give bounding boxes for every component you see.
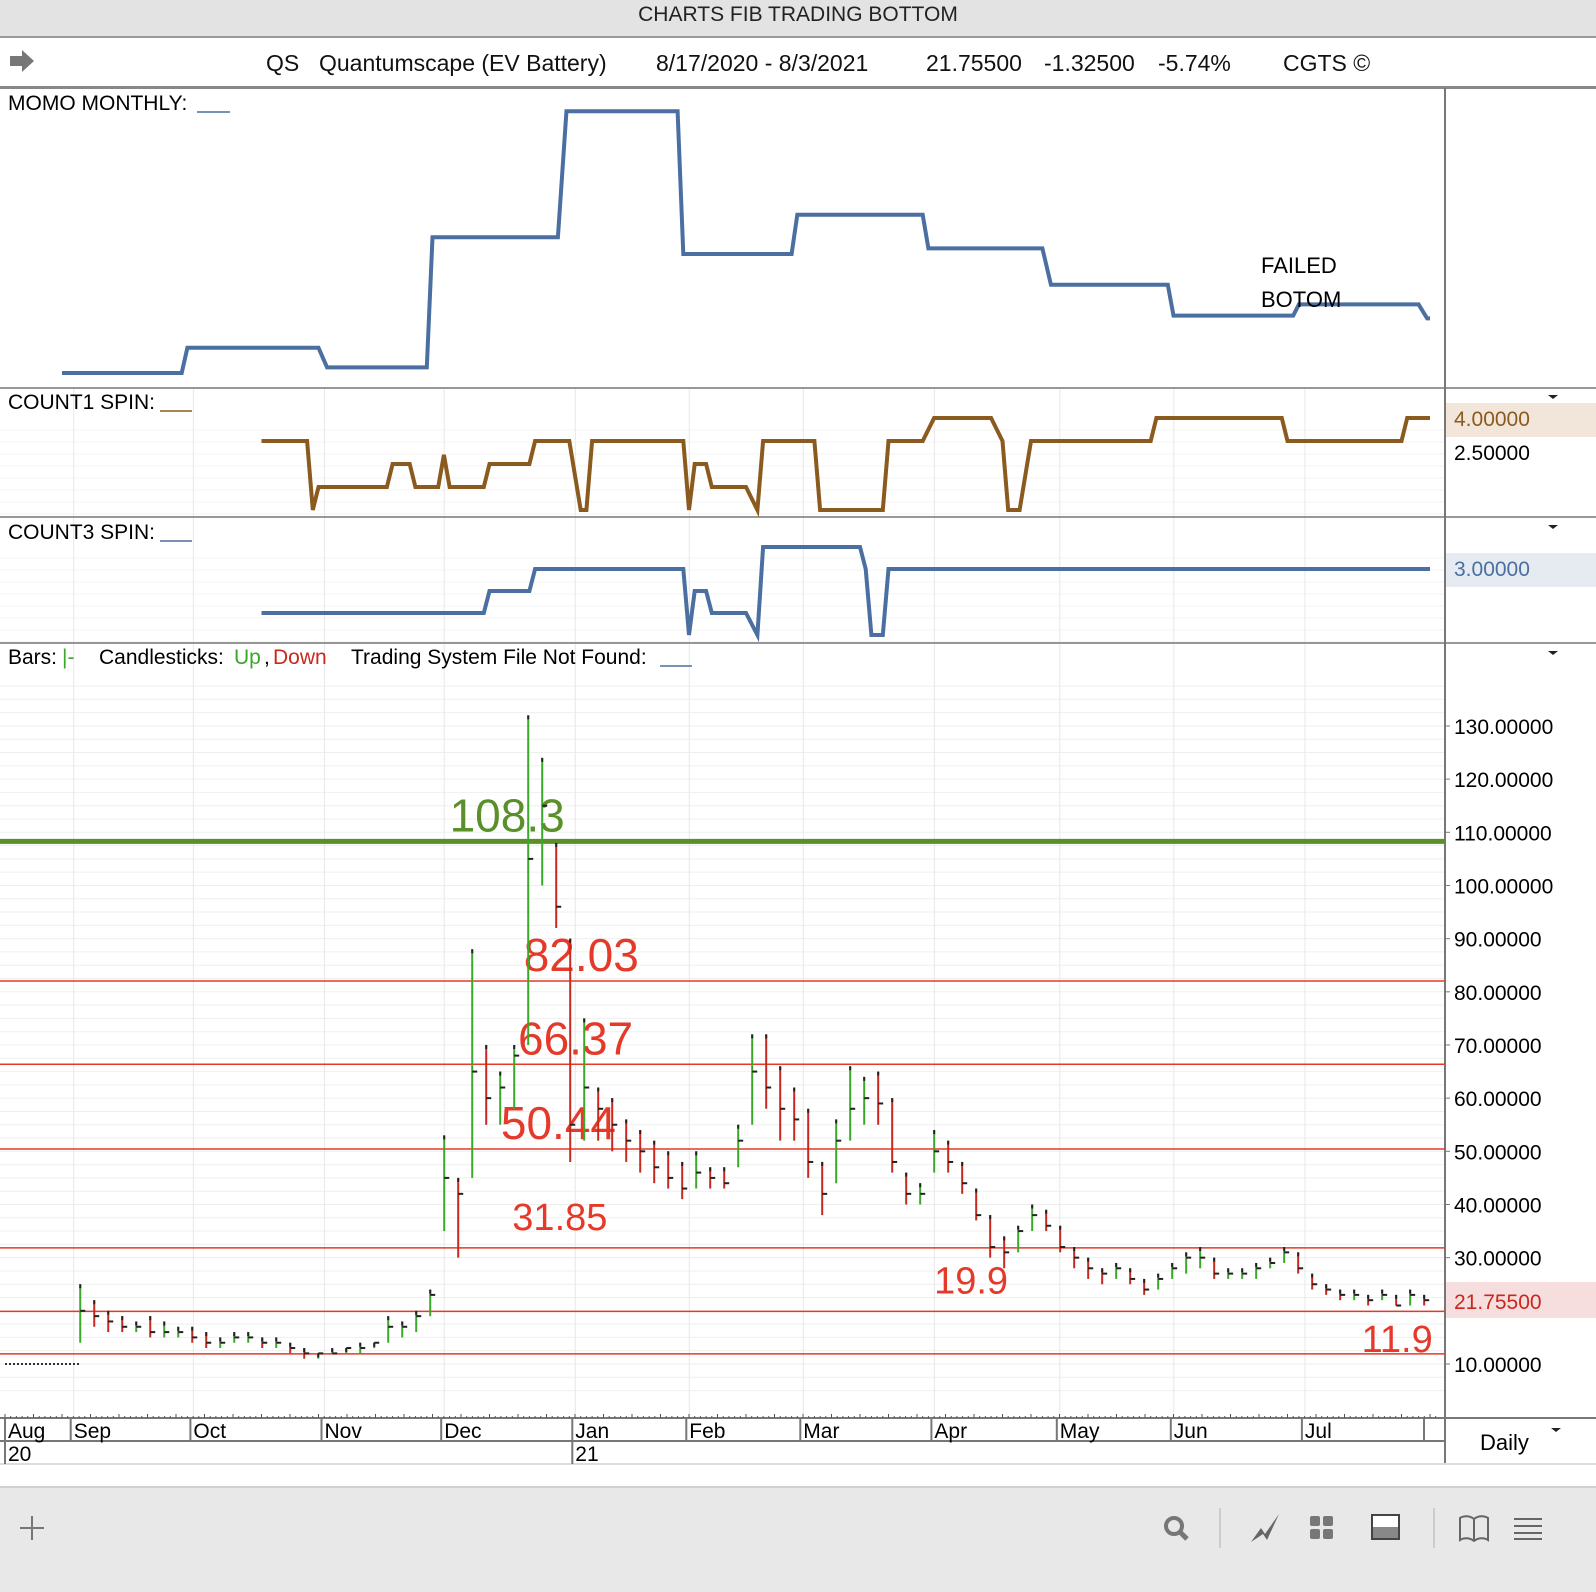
month-label: Oct [193, 1420, 226, 1443]
price-axis-label: 60.00000 [1454, 1088, 1542, 1111]
forward-arrow-icon[interactable] [8, 48, 36, 80]
price-axis-label: 120.00000 [1454, 769, 1553, 792]
window-title: CHARTS FIB TRADING BOTTOM [0, 0, 1596, 38]
count3-dropdown-icon[interactable] [1548, 525, 1558, 529]
panel-icon[interactable] [1366, 1510, 1406, 1546]
month-label: Mar [803, 1420, 839, 1443]
annotation-failed: FAILED [1261, 253, 1337, 278]
price-axis-label: 50.00000 [1454, 1141, 1542, 1164]
count1-spin-line [261, 416, 1430, 518]
chart-area[interactable]: MOMO MONTHLY: FAILED BOTOM COUNT1 SPIN: … [0, 88, 1596, 1486]
symbol-info-bar: QS Quantumscape (EV Battery) 8/17/2020 -… [0, 38, 1596, 89]
bars-legend-label: Bars: [8, 646, 57, 669]
momo-monthly-line [62, 109, 1430, 375]
copyright: CGTS © [1283, 50, 1371, 76]
symbol[interactable]: QS [266, 50, 299, 77]
count1-axis-mid: 2.50000 [1454, 442, 1530, 465]
trading-system-label: Trading System File Not Found: [351, 646, 647, 669]
count3-panel-label: COUNT3 SPIN: [8, 521, 155, 544]
month-label: Aug [8, 1420, 45, 1443]
month-label: May [1060, 1420, 1100, 1443]
candlesticks-comma: , [264, 646, 270, 669]
draw-line-icon[interactable] [1245, 1510, 1285, 1546]
price-change: -1.32500 [1044, 50, 1135, 76]
month-label: Jan [575, 1420, 609, 1443]
price-axis-label: 100.00000 [1454, 875, 1553, 898]
fib-level-label: 19.9 [934, 1260, 1008, 1302]
count3-axis-top: 3.00000 [1454, 558, 1530, 581]
fib-level-label: 108.3 [450, 789, 565, 841]
annotation-botom: BOTOM [1261, 287, 1341, 312]
fib-level-label: 82.03 [524, 929, 639, 981]
company-name: Quantumscape (EV Battery) [319, 50, 607, 76]
count1-axis-top: 4.00000 [1454, 408, 1530, 431]
period-selector[interactable]: Daily [1480, 1430, 1529, 1455]
month-label: Sep [74, 1420, 111, 1443]
count3-spin-line [261, 545, 1430, 643]
count1-panel-label: COUNT1 SPIN: [8, 391, 155, 414]
layout-grid-icon[interactable] [1302, 1510, 1342, 1546]
momo-panel-label: MOMO MONTHLY: [8, 92, 187, 115]
month-label: Jul [1305, 1420, 1332, 1443]
candlesticks-down-label: Down [273, 646, 327, 669]
price-axis-label: 40.00000 [1454, 1194, 1542, 1217]
month-label: Apr [934, 1420, 967, 1443]
month-label: Nov [325, 1420, 363, 1443]
year-label: 21 [575, 1443, 598, 1466]
price-axis-label: 90.00000 [1454, 929, 1542, 952]
price-dropdown-icon[interactable] [1548, 651, 1558, 655]
current-price-label: 21.75500 [1454, 1291, 1542, 1314]
fib-level-label: 31.85 [512, 1197, 607, 1239]
month-label: Jun [1174, 1420, 1208, 1443]
price-change-percent: -5.74% [1158, 50, 1231, 76]
bottom-toolbar [0, 1486, 1596, 1592]
search-icon[interactable] [1156, 1510, 1196, 1546]
price-axis-label: 110.00000 [1454, 822, 1552, 845]
candlesticks-up-label: Up [234, 646, 261, 669]
price-axis-label: 30.00000 [1454, 1248, 1542, 1271]
candlesticks-legend-label: Candlesticks: [99, 646, 224, 669]
period-dropdown-icon[interactable] [1551, 1428, 1561, 1432]
fib-level-label: 66.37 [518, 1012, 633, 1064]
bars-legend-marker: |- [62, 646, 74, 669]
year-label: 20 [8, 1443, 31, 1466]
month-label: Feb [689, 1420, 725, 1443]
month-label: Dec [444, 1420, 481, 1443]
price-axis-label: 10.00000 [1454, 1354, 1542, 1377]
add-icon[interactable] [12, 1510, 52, 1546]
last-price: 21.75500 [926, 50, 1022, 76]
menu-icon[interactable] [1508, 1510, 1548, 1546]
price-axis-label: 130.00000 [1454, 716, 1553, 739]
price-axis-label: 70.00000 [1454, 1035, 1542, 1058]
price-axis-label: 80.00000 [1454, 982, 1542, 1005]
fib-level-label: 11.9 [1362, 1319, 1433, 1361]
date-range: 8/17/2020 - 8/3/2021 [656, 50, 869, 76]
book-icon[interactable] [1454, 1510, 1494, 1546]
count1-dropdown-icon[interactable] [1548, 395, 1558, 399]
